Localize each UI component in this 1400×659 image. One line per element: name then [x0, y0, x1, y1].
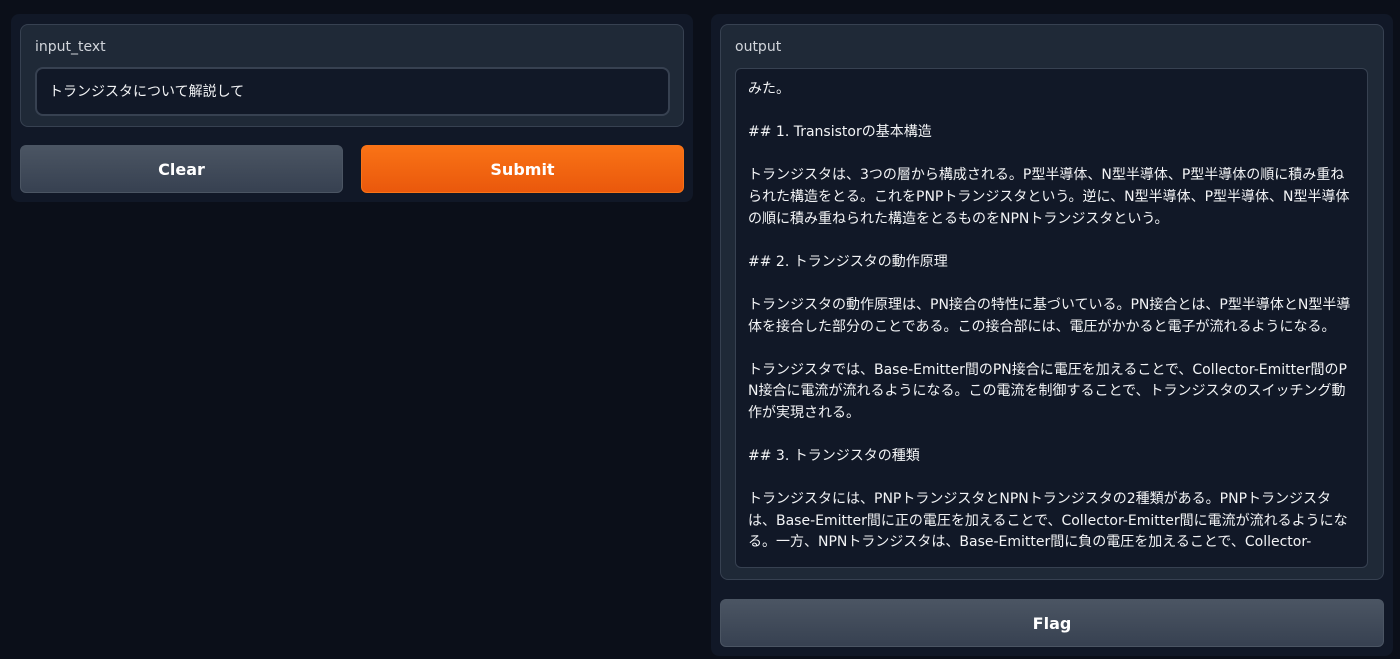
input-column: input_text トランジスタについて解説して Clear Submit: [11, 14, 693, 202]
output-block: output みた。 ## 1. Transistorの基本構造 トランジスタは…: [720, 24, 1384, 580]
output-label: output: [735, 39, 782, 55]
clear-button[interactable]: Clear: [20, 145, 343, 193]
output-text-area[interactable]: みた。 ## 1. Transistorの基本構造 トランジスタは、3つの層から…: [735, 68, 1368, 568]
input-text-label: input_text: [35, 39, 106, 55]
flag-button[interactable]: Flag: [720, 599, 1384, 647]
submit-button[interactable]: Submit: [361, 145, 684, 193]
input-text-block: input_text トランジスタについて解説して: [20, 24, 684, 127]
input-text-field[interactable]: トランジスタについて解説して: [35, 67, 670, 116]
output-column: output みた。 ## 1. Transistorの基本構造 トランジスタは…: [711, 14, 1393, 656]
